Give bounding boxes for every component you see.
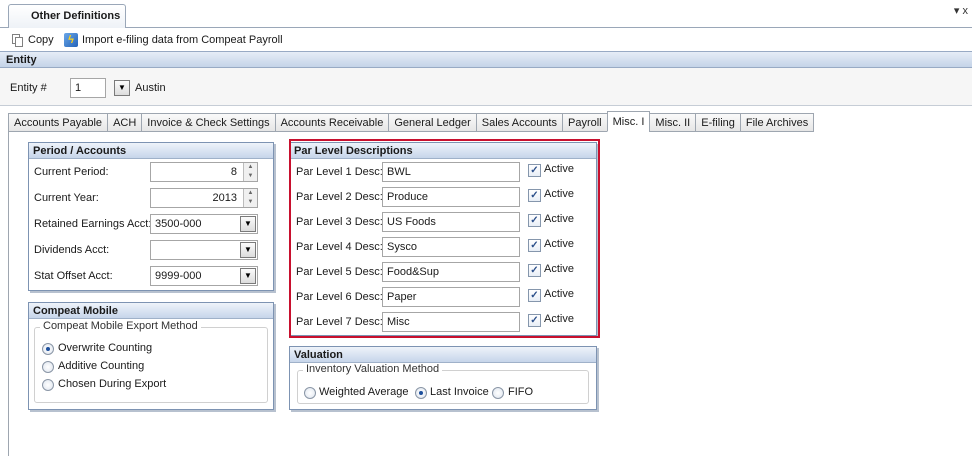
par-level-3-active-checkbox[interactable]: ✓ xyxy=(528,214,541,227)
retained-earnings-label: Retained Earnings Acct: xyxy=(34,218,152,230)
copy-button[interactable]: Copy xyxy=(12,30,54,50)
par-level-2-label: Par Level 2 Desc: xyxy=(296,191,383,203)
par-level-4-input[interactable] xyxy=(382,237,520,257)
entity-label: Entity # xyxy=(10,82,47,94)
par-level-6-active-checkbox[interactable]: ✓ xyxy=(528,289,541,302)
tab-accounts-receivable[interactable]: Accounts Receivable xyxy=(274,113,390,132)
tab-misc-ii[interactable]: Misc. II xyxy=(649,113,697,132)
radio-label: Chosen During Export xyxy=(58,378,167,390)
current-period-input[interactable] xyxy=(150,162,258,182)
par-level-1-label: Par Level 1 Desc: xyxy=(296,166,383,178)
radio-label: FIFO xyxy=(508,386,534,398)
par-level-7-input[interactable] xyxy=(382,312,520,332)
entity-section-header: Entity xyxy=(0,51,972,68)
import-efiling-button-label: Import e-filing data from Compeat Payrol… xyxy=(82,34,283,46)
radio-label: Weighted Average xyxy=(319,386,409,398)
active-label: Active xyxy=(544,238,574,250)
tab-general-ledger[interactable]: General Ledger xyxy=(388,113,477,132)
current-year-label: Current Year: xyxy=(34,192,99,204)
tab-payroll[interactable]: Payroll xyxy=(562,113,608,132)
entity-number-input[interactable] xyxy=(70,78,106,98)
par-level-5-input[interactable] xyxy=(382,262,520,282)
chevron-down-icon[interactable]: ▼ xyxy=(240,268,256,284)
par-level-1-active-checkbox[interactable]: ✓ xyxy=(528,164,541,177)
current-period-label: Current Period: xyxy=(34,166,109,178)
export-method-legend: Compeat Mobile Export Method xyxy=(40,320,201,332)
radio-label: Overwrite Counting xyxy=(58,342,153,354)
active-label: Active xyxy=(544,163,574,175)
radio-last-invoice[interactable] xyxy=(415,387,427,399)
active-label: Active xyxy=(544,288,574,300)
par-level-2-input[interactable] xyxy=(382,187,520,207)
period-accounts-title: Period / Accounts xyxy=(29,143,273,159)
copy-icon xyxy=(12,33,24,47)
chevron-down-icon[interactable]: ▼ xyxy=(240,242,256,258)
par-level-1-input[interactable] xyxy=(382,162,520,182)
radio-label: Last Invoice xyxy=(430,386,489,398)
tab-page-border xyxy=(8,132,9,456)
radio-additive-counting[interactable] xyxy=(42,361,54,373)
tab-e-filing[interactable]: E-filing xyxy=(695,113,741,132)
par-level-5-label: Par Level 5 Desc: xyxy=(296,266,383,278)
chevron-down-icon[interactable]: ▼ xyxy=(114,80,130,96)
tab-sales-accounts[interactable]: Sales Accounts xyxy=(475,113,563,132)
tab-ach[interactable]: ACH xyxy=(107,113,143,132)
dividends-label: Dividends Acct: xyxy=(34,244,110,256)
chevron-down-icon[interactable]: ▼ xyxy=(240,216,256,232)
current-year-input[interactable] xyxy=(150,188,258,208)
radio-overwrite-counting[interactable] xyxy=(42,343,54,355)
valuation-method-legend: Inventory Valuation Method xyxy=(303,363,443,375)
import-efiling-button[interactable]: ϟ Import e-filing data from Compeat Payr… xyxy=(64,30,283,50)
spin-arrows-icon[interactable]: ▲ ▼ xyxy=(243,163,257,181)
active-label: Active xyxy=(544,213,574,225)
document-tab-title: Other Definitions xyxy=(31,10,121,22)
radio-weighted-average[interactable] xyxy=(304,387,316,399)
active-label: Active xyxy=(544,263,574,275)
entity-name: Austin xyxy=(135,82,166,94)
radio-fifo[interactable] xyxy=(492,387,504,399)
par-level-3-label: Par Level 3 Desc: xyxy=(296,216,383,228)
par-level-6-input[interactable] xyxy=(382,287,520,307)
par-level-7-label: Par Level 7 Desc: xyxy=(296,316,383,328)
par-level-6-label: Par Level 6 Desc: xyxy=(296,291,383,303)
tab-file-archives[interactable]: File Archives xyxy=(739,113,815,132)
settings-tabs: Accounts Payable ACH Invoice & Check Set… xyxy=(8,111,815,132)
tabstrip-menu-icon[interactable]: ▾ x xyxy=(954,4,968,17)
valuation-title: Valuation xyxy=(290,347,596,363)
radio-label: Additive Counting xyxy=(58,360,145,372)
radio-chosen-during-export[interactable] xyxy=(42,379,54,391)
copy-button-label: Copy xyxy=(28,34,54,46)
compeat-mobile-title: Compeat Mobile xyxy=(29,303,273,319)
tab-misc-i[interactable]: Misc. I xyxy=(606,111,651,132)
stat-offset-label: Stat Offset Acct: xyxy=(34,270,113,282)
par-level-3-input[interactable] xyxy=(382,212,520,232)
document-tab-strip xyxy=(0,0,972,28)
par-level-4-label: Par Level 4 Desc: xyxy=(296,241,383,253)
par-level-7-active-checkbox[interactable]: ✓ xyxy=(528,314,541,327)
active-label: Active xyxy=(544,313,574,325)
tab-accounts-payable[interactable]: Accounts Payable xyxy=(8,113,109,132)
par-level-4-active-checkbox[interactable]: ✓ xyxy=(528,239,541,252)
spin-arrows-icon[interactable]: ▲ ▼ xyxy=(243,189,257,207)
active-label: Active xyxy=(544,188,574,200)
par-level-5-active-checkbox[interactable]: ✓ xyxy=(528,264,541,277)
par-level-2-active-checkbox[interactable]: ✓ xyxy=(528,189,541,202)
tab-invoice-check-settings[interactable]: Invoice & Check Settings xyxy=(141,113,276,132)
lightning-bolt-icon: ϟ xyxy=(64,33,78,47)
document-tab-other-definitions[interactable]: Other Definitions xyxy=(8,4,126,28)
